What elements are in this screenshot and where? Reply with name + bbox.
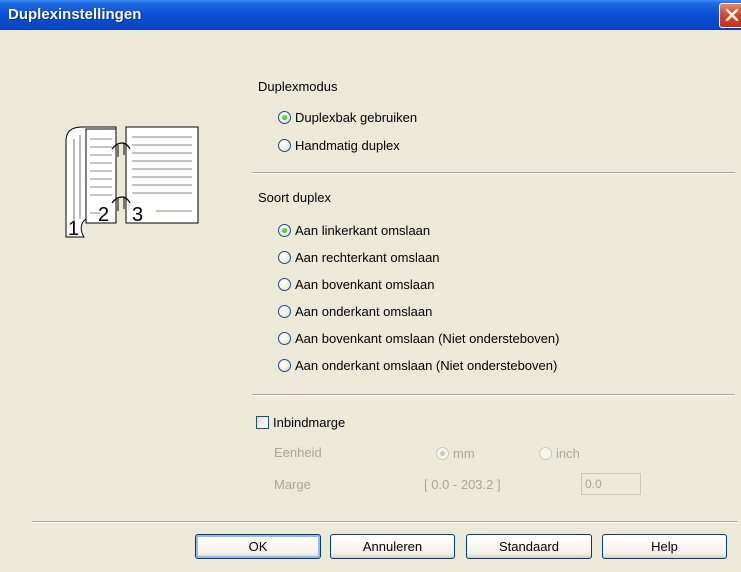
radio-indicator: [278, 278, 291, 291]
radio-left-binding[interactable]: Aan linkerkant omslaan: [278, 223, 430, 238]
page-number-2: 2: [98, 204, 109, 226]
radio-label: Aan bovenkant omslaan: [295, 277, 435, 292]
radio-top-binding[interactable]: Aan bovenkant omslaan: [278, 277, 434, 292]
separator: [252, 394, 735, 396]
radio-unit-mm[interactable]: mm: [436, 446, 475, 461]
margin-label: Marge: [274, 477, 311, 492]
window-title: Duplexinstellingen: [8, 6, 142, 23]
checkbox-label: Inbindmarge: [273, 415, 346, 430]
radio-indicator: [278, 111, 291, 124]
binding-margin-checkbox[interactable]: Inbindmarge: [256, 415, 345, 430]
radio-indicator: [278, 224, 291, 237]
radio-indicator: [278, 251, 291, 264]
close-icon: [725, 8, 739, 22]
radio-label: Aan bovenkant omslaan (Niet onderstebove…: [295, 331, 560, 346]
radio-manual-duplex[interactable]: Handmatig duplex: [278, 138, 400, 153]
radio-top-binding-no-flip[interactable]: Aan bovenkant omslaan (Niet onderstebove…: [278, 331, 560, 346]
help-button[interactable]: Help: [602, 534, 727, 559]
margin-input[interactable]: 0.0: [581, 473, 641, 495]
cancel-button[interactable]: Annuleren: [330, 534, 455, 559]
default-button[interactable]: Standaard: [466, 534, 592, 559]
page-number-1: 1: [68, 218, 79, 240]
dialog-content: 1 2 3 Duplexmodus Duplexbak gebruiken Ha…: [6, 30, 741, 572]
margin-range: [ 0.0 - 203.2 ]: [424, 477, 501, 492]
checkbox-indicator: [256, 416, 269, 429]
page-number-3: 3: [132, 204, 143, 226]
radio-indicator: [436, 447, 449, 460]
radio-indicator: [278, 139, 291, 152]
radio-label: Aan onderkant omslaan: [295, 304, 433, 319]
radio-label: Handmatig duplex: [295, 138, 400, 153]
radio-unit-inch[interactable]: inch: [539, 446, 580, 461]
title-bar[interactable]: Duplexinstellingen: [0, 0, 741, 30]
duplex-type-heading: Soort duplex: [258, 190, 331, 205]
separator: [252, 172, 735, 174]
radio-indicator: [278, 332, 291, 345]
radio-right-binding[interactable]: Aan rechterkant omslaan: [278, 250, 440, 265]
close-button[interactable]: [719, 3, 741, 28]
radio-label: Duplexbak gebruiken: [295, 110, 418, 125]
radio-indicator: [278, 359, 291, 372]
ok-button[interactable]: OK: [195, 534, 321, 559]
duplex-settings-dialog: Duplexinstellingen 1 2 3 Duplexmodus Dup…: [0, 0, 741, 572]
radio-label: mm: [453, 446, 475, 461]
radio-bottom-binding-no-flip[interactable]: Aan onderkant omslaan (Niet onderstebove…: [278, 358, 557, 373]
radio-label: Aan linkerkant omslaan: [295, 223, 431, 238]
separator: [32, 521, 737, 523]
radio-label: inch: [556, 446, 580, 461]
radio-indicator: [539, 447, 552, 460]
radio-label: Aan rechterkant omslaan: [295, 250, 440, 265]
radio-indicator: [278, 305, 291, 318]
booklet-illustration: 1 2 3: [65, 126, 199, 240]
unit-label: Eenheid: [274, 445, 322, 460]
radio-duplex-tray[interactable]: Duplexbak gebruiken: [278, 110, 417, 125]
radio-label: Aan onderkant omslaan (Niet onderstebove…: [295, 358, 558, 373]
radio-bottom-binding[interactable]: Aan onderkant omslaan: [278, 304, 432, 319]
duplex-mode-heading: Duplexmodus: [258, 79, 338, 94]
